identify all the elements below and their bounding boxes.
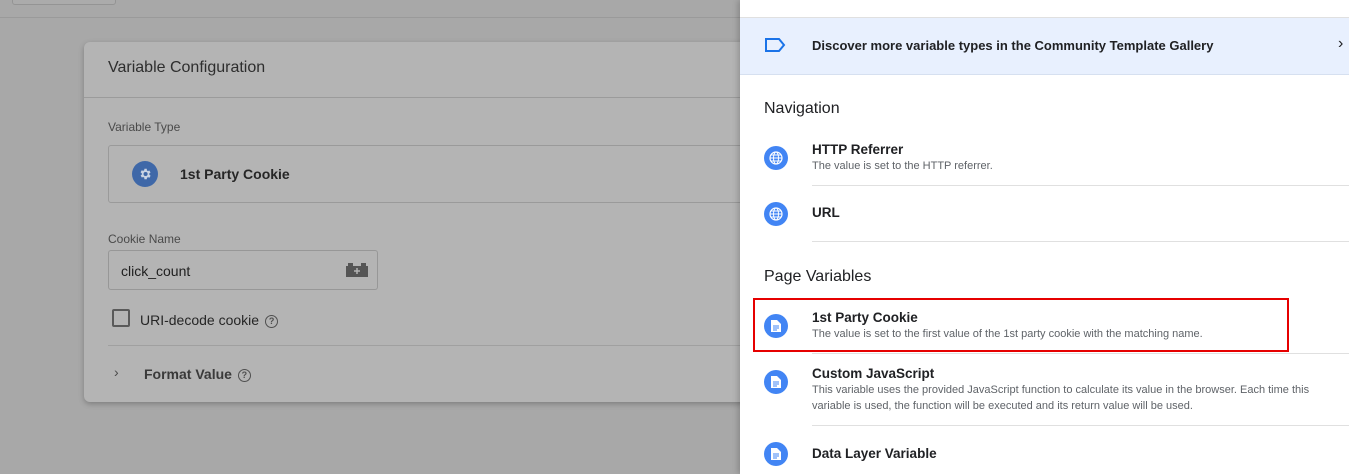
divider xyxy=(812,241,1349,242)
item-name: Custom JavaScript xyxy=(812,366,935,381)
help-icon[interactable]: ? xyxy=(265,314,279,328)
document-icon xyxy=(764,442,788,466)
variable-type-name: 1st Party Cookie xyxy=(180,166,290,182)
variable-type-selector[interactable]: 1st Party Cookie xyxy=(108,145,770,203)
variable-type-label: Variable Type xyxy=(108,120,181,134)
item-name: HTTP Referrer xyxy=(812,142,904,157)
top-button[interactable] xyxy=(12,0,116,5)
format-value-toggle[interactable]: Format Value? xyxy=(144,366,251,382)
list-item-http-referrer[interactable]: HTTP Referrer The value is set to the HT… xyxy=(740,136,1349,186)
divider xyxy=(812,425,1349,426)
label-icon xyxy=(765,38,786,52)
insert-variable-button[interactable] xyxy=(337,250,378,290)
divider xyxy=(108,345,768,346)
divider xyxy=(84,97,784,98)
section-navigation: Navigation xyxy=(764,100,840,117)
settings-icon xyxy=(132,161,158,187)
cookie-name-value: click_count xyxy=(121,263,191,279)
variable-configuration-card: Variable Configuration Variable Type 1st… xyxy=(84,42,784,402)
section-page-variables: Page Variables xyxy=(764,268,872,285)
uri-decode-text: URI-decode cookie xyxy=(140,312,260,328)
list-item-url[interactable]: URL xyxy=(740,186,1349,242)
divider xyxy=(812,353,1349,354)
item-description: The value is set to the HTTP referrer. xyxy=(812,160,993,172)
community-gallery-link[interactable]: Discover more variable types in the Comm… xyxy=(740,18,1349,75)
chevron-right-icon[interactable]: › xyxy=(114,364,119,380)
panel-header xyxy=(740,0,1349,18)
cookie-name-label: Cookie Name xyxy=(108,232,181,246)
gallery-text: Discover more variable types in the Comm… xyxy=(812,38,1214,53)
document-icon xyxy=(764,370,788,394)
variable-type-panel: Discover more variable types in the Comm… xyxy=(740,0,1349,474)
chevron-right-icon: › xyxy=(1338,35,1344,52)
top-bar xyxy=(0,0,740,18)
document-icon xyxy=(764,314,788,338)
item-name: URL xyxy=(812,205,840,220)
item-name: 1st Party Cookie xyxy=(812,310,918,325)
globe-icon xyxy=(764,202,788,226)
item-description: The value is set to the first value of t… xyxy=(812,328,1203,340)
item-name: Data Layer Variable xyxy=(812,446,937,461)
card-title: Variable Configuration xyxy=(108,59,266,76)
item-description: This variable uses the provided JavaScri… xyxy=(812,384,1310,412)
uri-decode-label: URI-decode cookie? xyxy=(140,312,279,328)
cookie-name-input[interactable]: click_count xyxy=(108,250,338,290)
list-item-1st-party-cookie[interactable]: 1st Party Cookie The value is set to the… xyxy=(740,304,1349,354)
list-item-data-layer-variable[interactable]: Data Layer Variable xyxy=(740,440,1349,474)
uri-decode-checkbox[interactable] xyxy=(112,309,130,327)
globe-icon xyxy=(764,146,788,170)
list-item-custom-javascript[interactable]: Custom JavaScript This variable uses the… xyxy=(740,360,1349,426)
help-icon[interactable]: ? xyxy=(237,368,251,382)
building-block-icon xyxy=(346,263,368,277)
format-value-text: Format Value xyxy=(144,366,232,382)
